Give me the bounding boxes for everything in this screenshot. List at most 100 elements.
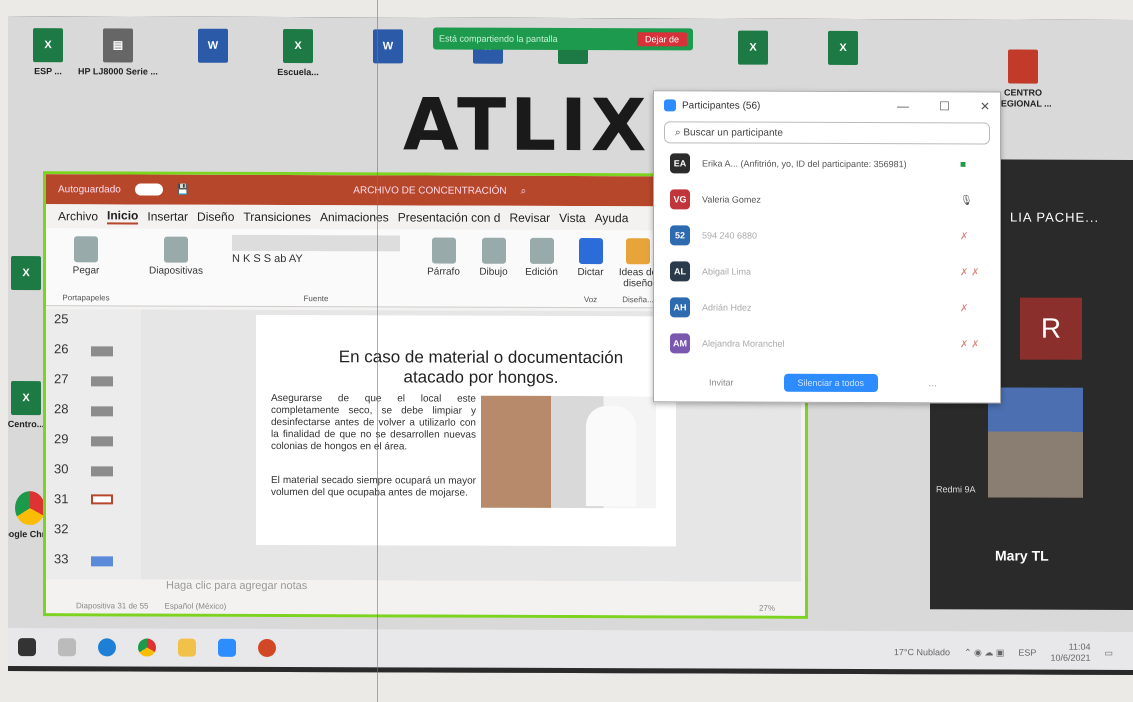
tab-ayuda[interactable]: Ayuda xyxy=(595,211,629,225)
editing-label: Edición xyxy=(525,266,558,278)
slide-title: En caso de material o documentación atac… xyxy=(338,347,624,387)
desktop-file-icon[interactable]: W xyxy=(173,28,253,67)
font-group-label: Fuente xyxy=(303,294,329,304)
design-ideas-button[interactable]: Ideas de diseño Diseña... xyxy=(618,234,658,304)
status-zoom[interactable]: 27% xyxy=(759,603,775,612)
slides-button[interactable]: Diapositivas xyxy=(136,232,216,302)
dictate-button[interactable]: Dictar Voz xyxy=(568,234,613,304)
participant-row[interactable]: AH Adrián Hdez ✗ xyxy=(654,289,1000,326)
chrome-icon[interactable] xyxy=(138,638,156,657)
paragraph-icon xyxy=(431,237,456,264)
paste-button[interactable]: Pegar Portapapeles xyxy=(56,232,116,302)
task-view-icon[interactable] xyxy=(58,638,76,657)
slide-thumb[interactable] xyxy=(91,376,113,387)
autosave-toggle[interactable] xyxy=(134,183,163,196)
desktop-file-icon[interactable]: X ESP ... xyxy=(8,28,88,77)
clock[interactable]: 11:04 10/6/2021 xyxy=(1050,642,1090,664)
drawing-button[interactable]: Dibujo xyxy=(471,234,516,304)
slide-thumb[interactable] xyxy=(91,556,113,567)
desktop-file-icon[interactable]: X xyxy=(713,30,793,68)
stop-share-button[interactable]: Dejar de xyxy=(636,32,687,47)
shapes-icon xyxy=(481,237,506,264)
participant-row[interactable]: EA Erika A... (Anfitrión, yo, ID del par… xyxy=(654,145,1000,182)
participant-camera-feed[interactable] xyxy=(988,387,1083,498)
monitor-screen: X ESP ... ▤ HP LJ8000 Serie ... W X Escuela… xyxy=(8,16,1133,675)
tab-inicio[interactable]: Inicio xyxy=(107,208,139,225)
photo-crease xyxy=(377,0,378,702)
tab-archivo[interactable]: Archivo xyxy=(58,209,98,223)
weather-text[interactable]: 17°C Nublado xyxy=(894,647,950,657)
clock-date: 10/6/2021 xyxy=(1050,652,1091,663)
tab-diseno[interactable]: Diseño xyxy=(197,210,234,224)
slide-thumb-selected[interactable] xyxy=(91,494,113,505)
edge-icon[interactable] xyxy=(98,638,116,657)
participant-avatar-r[interactable]: R xyxy=(1020,297,1082,360)
language-indicator[interactable]: ESP xyxy=(1018,648,1036,658)
slide-thumb[interactable] xyxy=(91,406,113,417)
status-language[interactable]: Español (México) xyxy=(165,601,227,610)
file-explorer-icon[interactable] xyxy=(178,638,196,657)
participant-name: 594 240 6880 xyxy=(702,230,758,241)
status-slide-count: Diapositiva 31 de 55 xyxy=(76,600,149,611)
excel-icon: X xyxy=(11,256,41,291)
desktop-file-icon[interactable]: X xyxy=(803,30,883,69)
slide-number: 26 xyxy=(54,341,69,357)
desktop-icon-label: HP LJ8000 Serie ... xyxy=(78,66,158,77)
more-options-icon[interactable]: … xyxy=(928,378,937,388)
participant-name: Abigail Lima xyxy=(702,266,752,277)
desktop-icon-label: Escuela... xyxy=(277,66,319,78)
slide-thumb[interactable] xyxy=(91,466,113,477)
autosave-label: Autoguardado xyxy=(58,183,121,195)
slide-number: 32 xyxy=(54,521,69,537)
desktop-file-icon[interactable]: X Escuela... xyxy=(258,28,338,78)
invite-button[interactable]: Invitar xyxy=(709,377,734,387)
clipboard-group-label: Portapapeles xyxy=(62,293,110,303)
slide-thumb[interactable] xyxy=(91,346,113,357)
maximize-icon[interactable]: ☐ xyxy=(939,99,950,113)
microphone-icon: 🎙 xyxy=(960,194,973,206)
designer-group-label: Diseña... xyxy=(622,295,654,305)
tab-revisar[interactable]: Revisar xyxy=(509,211,550,225)
zoom-share-bar: Está compartiendo la pantalla Dejar de xyxy=(433,27,693,51)
tray-icons[interactable]: ⌃ ◉ ☁ ▣ xyxy=(964,647,1004,658)
start-icon[interactable] xyxy=(18,638,36,657)
desktop-printer-icon[interactable]: ▤ HP LJ8000 Serie ... xyxy=(78,28,158,77)
tab-animaciones[interactable]: Animaciones xyxy=(320,210,389,224)
participant-row[interactable]: 52 594 240 6880 ✗ xyxy=(654,217,1000,254)
paragraph-button[interactable]: Párrafo xyxy=(421,233,466,303)
tab-insertar[interactable]: Insertar xyxy=(147,210,188,224)
zoom-taskbar-icon[interactable] xyxy=(218,638,236,657)
desktop-file-icon[interactable]: W xyxy=(348,29,428,67)
participant-avatar: 52 xyxy=(670,225,690,246)
windows-taskbar: 17°C Nublado ⌃ ◉ ☁ ▣ ESP 11:04 10/6/2021 … xyxy=(8,628,1133,670)
editing-button[interactable]: Edición xyxy=(519,234,564,304)
excel-icon: X xyxy=(283,28,313,64)
participant-row[interactable]: VG Valeria Gomez 🎙 xyxy=(654,181,1000,218)
desktop-icon-label: Centro... xyxy=(8,419,45,430)
current-slide[interactable]: En caso de material o documentación atac… xyxy=(256,314,676,547)
font-name-select[interactable] xyxy=(232,234,400,252)
excel-icon: X xyxy=(33,28,63,63)
close-icon[interactable]: ✕ xyxy=(980,99,990,113)
status-bar: Diapositiva 31 de 55 Español (México) 27… xyxy=(46,597,805,616)
search-icon[interactable]: ⌕ xyxy=(521,185,527,196)
participant-row[interactable]: AM Alejandra Moranchel ✗ ✗ xyxy=(654,325,1000,362)
tab-vista[interactable]: Vista xyxy=(559,211,585,225)
save-icon[interactable]: 💾 xyxy=(177,184,189,195)
zoom-participants-panel: Participantes (56) — ☐ ✕ ⌕ Buscar un par… xyxy=(653,90,1001,404)
participant-search-input[interactable]: ⌕ Buscar un participante xyxy=(664,121,990,145)
slide-thumb[interactable] xyxy=(91,436,113,447)
minimize-icon[interactable]: — xyxy=(897,99,909,113)
slide-number: 25 xyxy=(54,311,69,327)
powerpoint-taskbar-icon[interactable] xyxy=(258,638,276,657)
mute-all-button[interactable]: Silenciar a todos xyxy=(783,373,879,393)
participant-label-redmi: Redmi 9A xyxy=(936,484,976,495)
font-format-buttons[interactable]: N K S S ab AY xyxy=(226,253,406,266)
participant-name: Valeria Gomez xyxy=(702,194,761,205)
participant-row[interactable]: AL Abigail Lima ✗ ✗ xyxy=(654,253,1000,290)
notification-icon[interactable]: ▭ xyxy=(1104,647,1113,658)
search-placeholder: Buscar un participante xyxy=(683,126,783,139)
slide-number: 28 xyxy=(54,401,69,417)
tab-presentacion[interactable]: Presentación con d xyxy=(398,210,501,224)
tab-transiciones[interactable]: Transiciones xyxy=(243,210,311,224)
